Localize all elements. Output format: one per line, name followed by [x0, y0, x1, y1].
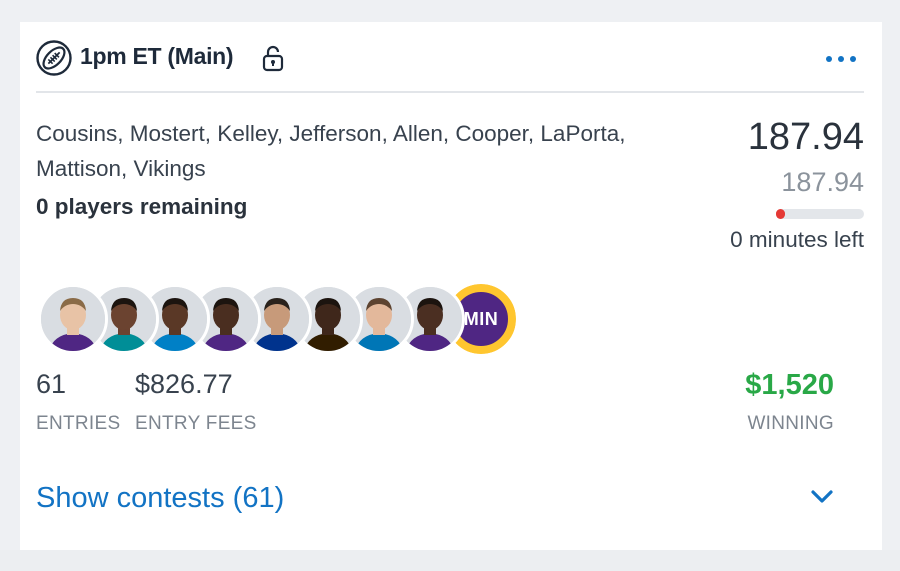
entry-fees-label: ENTRY FEES: [135, 413, 257, 434]
players-remaining: 0 players remaining: [36, 194, 248, 219]
contest-card: 1pm ET (Main) Cousins, Mostert, Kelley, …: [20, 22, 882, 550]
lineup-players: Cousins, Mostert, Kelley, Jefferson, All…: [36, 121, 626, 181]
slate-title: 1pm ET (Main): [80, 43, 234, 69]
chevron-down-icon[interactable]: [810, 488, 834, 506]
more-options-button[interactable]: [816, 44, 866, 74]
entries-value: 61: [36, 369, 67, 399]
entry-fees-value: $826.77: [135, 369, 233, 399]
time-progress-bar: [776, 209, 864, 219]
time-progress-fill: [776, 209, 785, 219]
football-icon: [36, 40, 72, 76]
show-contests-link[interactable]: Show contests (61): [36, 482, 284, 515]
projected-score: 187.94: [781, 167, 864, 197]
card-header: 1pm ET (Main): [36, 40, 866, 90]
team-dst-label: MIN: [463, 308, 499, 329]
entries-label: ENTRIES: [36, 413, 121, 434]
time-left: 0 minutes left: [730, 227, 864, 252]
more-dots-icon: [826, 56, 832, 62]
header-divider: [36, 91, 864, 93]
lock-icon[interactable]: [262, 44, 284, 72]
current-score: 187.94: [747, 116, 864, 158]
winning-label: WINNING: [747, 413, 834, 434]
winning-value: $1,520: [745, 369, 834, 401]
player-avatar[interactable]: [38, 284, 108, 354]
page-background-strip: [0, 550, 900, 571]
